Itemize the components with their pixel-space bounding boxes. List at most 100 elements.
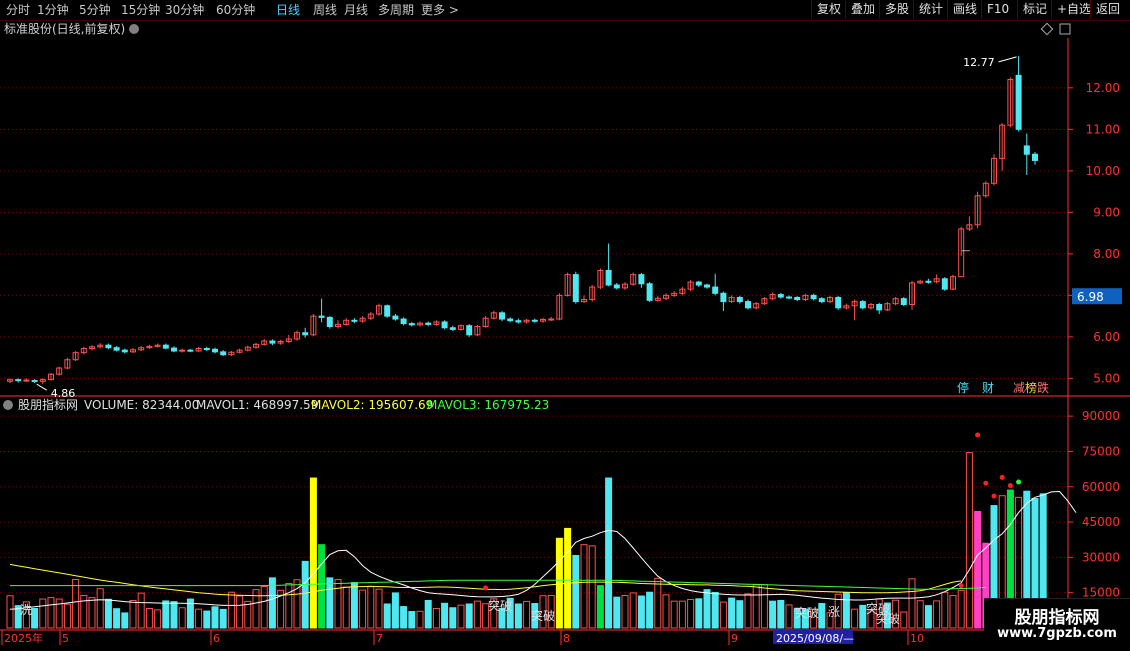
candle-body bbox=[695, 281, 702, 286]
period-tab-6[interactable]: 日线 bbox=[276, 2, 300, 18]
volume-bar bbox=[457, 604, 465, 629]
volume-bar bbox=[121, 612, 129, 629]
mavol3-label: MAVOL3: 167975.23 bbox=[427, 398, 549, 412]
volume-bar bbox=[785, 604, 793, 629]
kline-chart: 5.006.007.008.009.0010.0011.0012.0015000… bbox=[0, 21, 1130, 645]
volume-bar bbox=[309, 477, 317, 629]
volume-bar bbox=[555, 537, 563, 629]
period-toolbar: 分时 1分钟 5分钟 15分钟 30分钟 60分钟 日线 周线 月线 多周期 更多 > 复权 叠加 多股统… bbox=[0, 0, 1130, 21]
candle-body bbox=[859, 301, 866, 309]
period-tab-10[interactable]: 更多 > bbox=[421, 2, 459, 18]
period-tab-7[interactable]: 周线 bbox=[313, 2, 337, 18]
candle-body bbox=[113, 347, 120, 351]
volume-bar bbox=[974, 510, 982, 629]
x-axis-label-0: 2025年 bbox=[4, 631, 43, 645]
toolbar-action-1[interactable]: 叠加 bbox=[845, 0, 875, 19]
candle-body bbox=[269, 340, 276, 344]
volume-bar bbox=[621, 595, 629, 629]
volume-bar bbox=[629, 592, 637, 629]
signal-label-3: 突破 bbox=[795, 605, 819, 620]
candle-body bbox=[408, 323, 415, 326]
candle-body bbox=[736, 296, 743, 303]
period-tab-9[interactable]: 多周期 bbox=[378, 2, 414, 18]
toolbar-action-0[interactable]: 复权 bbox=[811, 0, 841, 19]
volume-bar bbox=[416, 610, 424, 629]
candle-body bbox=[351, 319, 358, 322]
candle-body bbox=[23, 379, 30, 382]
volume-bar bbox=[728, 597, 736, 629]
volume-bar bbox=[104, 598, 112, 629]
volume-panel-title: 股朋指标网 bbox=[18, 397, 78, 412]
toolbar-action-5[interactable]: F10 bbox=[981, 0, 1009, 19]
toolbar-action-4[interactable]: 画线 bbox=[947, 0, 977, 19]
period-tab-8[interactable]: 月线 bbox=[344, 2, 368, 18]
volume-bar bbox=[383, 603, 391, 629]
candle-body bbox=[515, 320, 522, 323]
signal-dot-2 bbox=[991, 493, 997, 499]
candle-body bbox=[1032, 153, 1038, 161]
volume-bar bbox=[72, 579, 80, 629]
candle-body bbox=[302, 332, 309, 336]
volume-bar bbox=[236, 595, 244, 629]
watermark-url: www.7gpzb.com bbox=[997, 626, 1117, 641]
period-tab-5[interactable]: 60分钟 bbox=[216, 2, 255, 18]
toolbar-action-3[interactable]: 统计 bbox=[913, 0, 943, 19]
period-tab-4[interactable]: 30分钟 bbox=[165, 2, 204, 18]
signal-label-6: 突破 bbox=[876, 611, 900, 626]
candle-body bbox=[548, 318, 555, 321]
candle-body bbox=[712, 286, 719, 294]
volume-bar bbox=[432, 607, 440, 629]
volume-bar bbox=[375, 588, 383, 629]
toolbar-action-7[interactable]: +自选 bbox=[1051, 0, 1091, 19]
candle-body bbox=[786, 296, 792, 299]
candle-body bbox=[318, 315, 325, 318]
candle-body bbox=[212, 348, 218, 353]
watermark: 股朋指标网 www.7gpzb.com bbox=[984, 598, 1130, 651]
candle-body bbox=[499, 312, 505, 320]
candle-body bbox=[745, 301, 751, 309]
volume-bar bbox=[695, 598, 703, 629]
volume-bar bbox=[670, 600, 678, 629]
volume-bar bbox=[678, 600, 686, 629]
volume-bar bbox=[916, 600, 924, 629]
candle-body bbox=[810, 294, 817, 300]
volume-tick-label-1: 30000 bbox=[1082, 550, 1120, 564]
period-tab-1[interactable]: 1分钟 bbox=[37, 2, 69, 18]
volume-value-label: VOLUME: 82344.00 bbox=[84, 398, 199, 412]
period-tab-3[interactable]: 15分钟 bbox=[121, 2, 160, 18]
panel-window-icon bbox=[1059, 23, 1071, 35]
toolbar-action-8[interactable]: 返回 bbox=[1090, 0, 1120, 19]
volume-bar bbox=[145, 607, 153, 629]
candle-body bbox=[531, 319, 538, 322]
toolbar-action-2[interactable]: 多股 bbox=[879, 0, 909, 19]
price-tick-label-1: 6.00 bbox=[1093, 330, 1120, 344]
volume-bar bbox=[326, 577, 334, 629]
x-axis-label-1: 5 bbox=[62, 632, 69, 645]
volume-bar bbox=[424, 599, 432, 629]
candle-body bbox=[384, 305, 391, 317]
x-axis-label-5: 9 bbox=[731, 632, 738, 645]
toolbar-action-6[interactable]: 标记 bbox=[1017, 0, 1047, 19]
gap-marker: — bbox=[961, 246, 970, 256]
volume-bar bbox=[957, 589, 965, 629]
volume-bar bbox=[449, 607, 457, 629]
signal-dot-1 bbox=[983, 480, 989, 486]
x-axis-label-3: 7 bbox=[376, 632, 383, 645]
volume-bar bbox=[711, 591, 719, 629]
status-tag-4: 跌 bbox=[1037, 380, 1049, 395]
volume-bar bbox=[400, 606, 408, 629]
status-tag-2: 减 bbox=[1013, 381, 1025, 395]
signal-dot-6 bbox=[958, 583, 964, 589]
candle-body bbox=[220, 351, 227, 356]
period-tab-2[interactable]: 5分钟 bbox=[79, 2, 111, 18]
period-tab-0[interactable]: 分时 bbox=[6, 2, 30, 18]
volume-bar bbox=[113, 608, 121, 629]
volume-bar bbox=[760, 584, 768, 629]
volume-bar bbox=[318, 544, 326, 629]
candle-body bbox=[613, 284, 620, 289]
main-panel-title: 标准股份(日线,前复权) bbox=[4, 21, 125, 36]
price-tick-label-0: 5.00 bbox=[1093, 371, 1120, 385]
volume-bar bbox=[588, 545, 596, 629]
volume-bar bbox=[596, 585, 604, 629]
volume-bar bbox=[6, 595, 14, 629]
